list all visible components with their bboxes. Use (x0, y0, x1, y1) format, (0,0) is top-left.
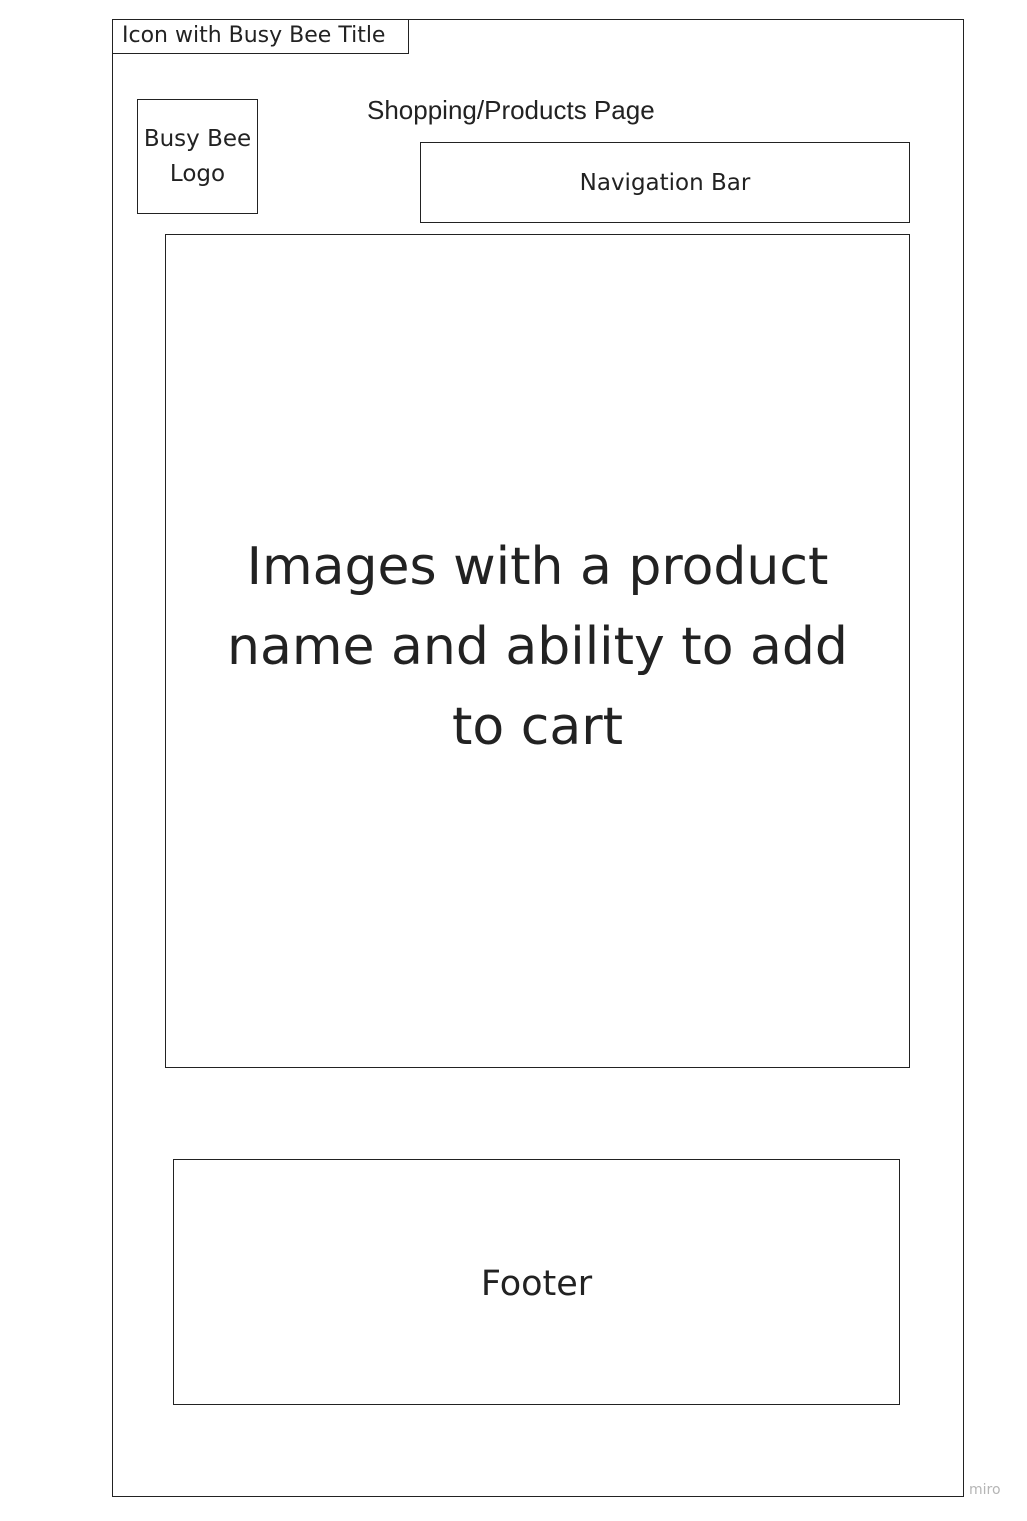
logo-label: Busy Bee Logo (143, 125, 252, 187)
footer: Footer (173, 1159, 900, 1405)
navigation-bar[interactable]: Navigation Bar (420, 142, 910, 223)
logo-placeholder: Busy Bee Logo (137, 99, 258, 214)
page-title: Shopping/Products Page (367, 95, 655, 125)
footer-label: Footer (480, 1264, 593, 1304)
miro-watermark: miro (969, 1482, 1001, 1498)
browser-tab-title: Icon with Busy Bee Title (112, 19, 409, 54)
navigation-bar-label: Navigation Bar (579, 169, 751, 196)
products-area-label: Images with a product name and ability t… (227, 537, 848, 757)
products-area[interactable]: Images with a product name and ability t… (165, 234, 910, 1068)
